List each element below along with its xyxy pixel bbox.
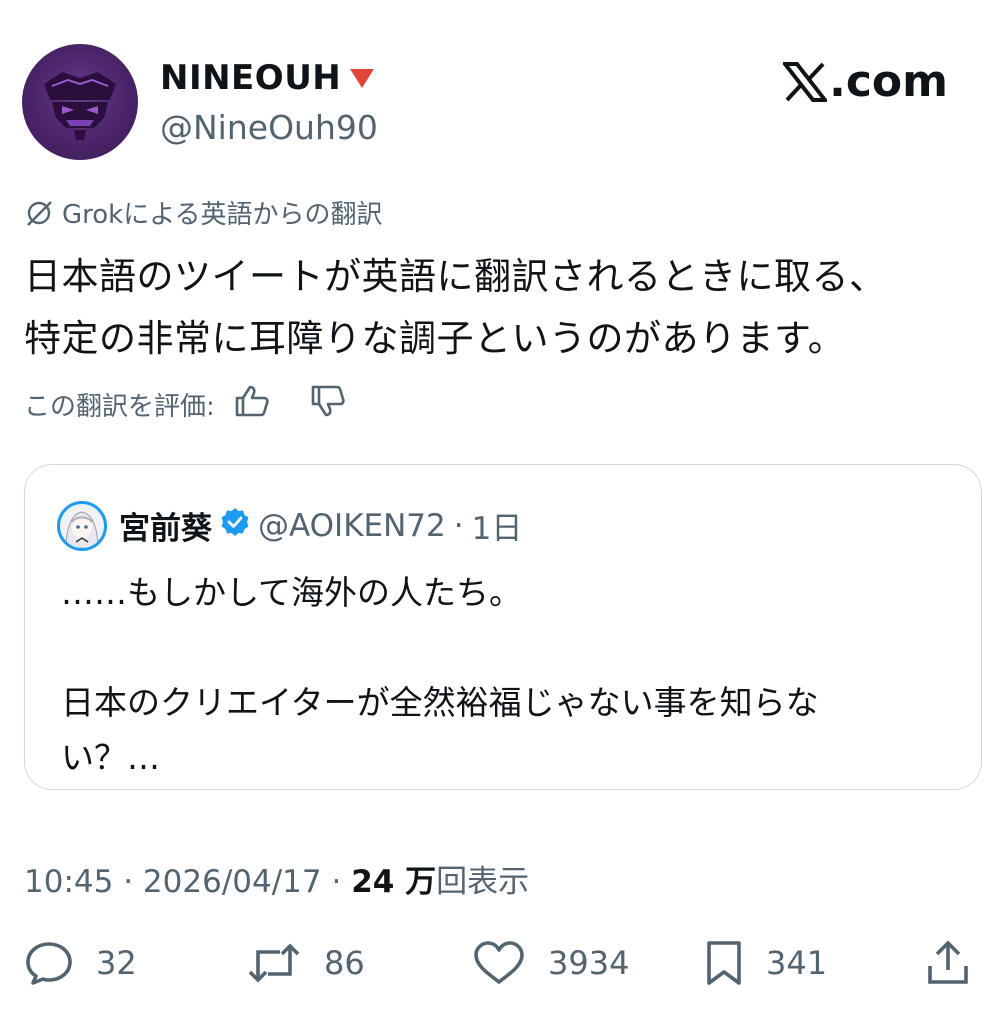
rate-translation: この翻訳を評価: xyxy=(24,384,347,425)
tweet-text: 日本語のツイートが英語に翻訳されるときに取る、 特定の非常に耳障りな調子というの… xyxy=(24,246,974,370)
reply-button[interactable]: 32 xyxy=(24,930,137,996)
quoted-line: 日本のクリエイターが全然裕福じゃない事を知らな xyxy=(61,683,819,722)
action-bar: 32 86 3934 341 xyxy=(0,930,1006,1000)
quoted-time[interactable]: 1日 xyxy=(472,503,523,548)
quoted-separator: · xyxy=(453,507,464,544)
tweet-meta: 10:45 · 2026/04/17 · 24 万回表示 xyxy=(24,856,529,901)
quoted-body: ……もしかして海外の人たち。 日本のクリエイターが全然裕福じゃない事を知らな い… xyxy=(61,565,961,785)
like-button[interactable]: 3934 xyxy=(472,930,629,996)
quoted-name[interactable]: 宮前葵 xyxy=(119,503,212,548)
repost-button[interactable]: 86 xyxy=(246,930,365,996)
share-icon xyxy=(928,940,968,984)
quoted-handle[interactable]: @AOIKEN72 xyxy=(258,508,446,544)
heart-icon xyxy=(474,941,524,984)
meta-dot: · xyxy=(331,864,342,900)
reply-count: 32 xyxy=(96,944,137,982)
grok-notice-text: Grokによる英語からの翻訳 xyxy=(62,200,383,230)
rate-label: この翻訳を評価: xyxy=(24,392,215,422)
display-name-text: NINEOUH xyxy=(160,58,342,98)
quoted-line xyxy=(61,620,961,675)
tweet-date[interactable]: 2026/04/17 xyxy=(143,864,322,900)
bookmark-count: 341 xyxy=(766,944,828,982)
share-button[interactable] xyxy=(926,930,970,996)
bookmark-button[interactable]: 341 xyxy=(704,930,827,996)
author-display-name[interactable]: NINEOUH xyxy=(160,58,375,98)
thumbs-down-icon[interactable] xyxy=(309,384,347,425)
tweet-line: 日本語のツイートが英語に翻訳されるときに取る、 xyxy=(24,255,887,298)
x-com-text: .com xyxy=(829,56,948,107)
bookmark-icon xyxy=(707,941,741,985)
like-count: 3934 xyxy=(548,944,630,982)
repost-count: 86 xyxy=(324,944,365,982)
quoted-header: 宮前葵 @AOIKEN72 · 1日 xyxy=(119,503,522,548)
anime-avatar-icon xyxy=(65,511,99,548)
x-com-logo: .com xyxy=(783,56,948,107)
thumbs-up-icon[interactable] xyxy=(233,384,271,425)
author-avatar[interactable] xyxy=(22,44,138,160)
repost-icon xyxy=(248,943,300,983)
grok-icon xyxy=(27,200,52,226)
views-label: 回表示 xyxy=(436,864,530,900)
meta-dot: · xyxy=(123,864,134,900)
quoted-line: ……もしかして海外の人たち。 xyxy=(61,573,523,612)
quoted-tweet-card[interactable]: 宮前葵 @AOIKEN72 · 1日 ……もしかして海外の人たち。 日本のクリエ… xyxy=(24,464,982,790)
grok-translation-notice: Grokによる英語からの翻訳 xyxy=(24,194,382,231)
quoted-line: い？… xyxy=(61,738,160,777)
tweet-time[interactable]: 10:45 xyxy=(24,864,113,900)
views-count: 24 万 xyxy=(351,864,437,900)
author-handle[interactable]: @NineOuh90 xyxy=(160,108,378,147)
verified-badge-icon xyxy=(220,507,250,545)
x-logo-icon xyxy=(783,61,828,102)
samurai-mask-icon xyxy=(44,72,116,140)
tweet-line: 特定の非常に耳障りな調子というのがあります。 xyxy=(24,317,846,360)
red-triangle-icon xyxy=(349,58,375,98)
reply-icon xyxy=(26,942,72,985)
quoted-author-avatar[interactable] xyxy=(57,501,107,551)
